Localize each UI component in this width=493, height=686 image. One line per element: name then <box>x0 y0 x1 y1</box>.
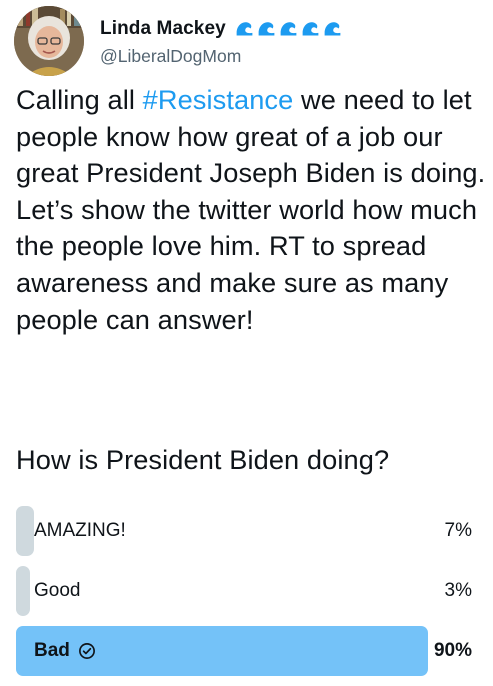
poll-option-amazing: AMAZING! 7% <box>16 506 474 556</box>
poll-option-label: Bad <box>34 626 96 676</box>
name-row: Linda Mackey <box>100 14 343 44</box>
poll-bar <box>16 566 30 616</box>
author-names: Linda Mackey @LiberalDogMom <box>100 14 343 67</box>
poll-option-bad: Bad 90% <box>16 626 474 676</box>
poll-option-label: AMAZING! <box>34 520 126 541</box>
poll-option-label: Good <box>34 580 81 601</box>
wave-icon <box>324 22 341 36</box>
wave-icon <box>258 22 275 36</box>
poll-option-label-text: Bad <box>34 640 70 661</box>
tweet: Linda Mackey @LiberalDogMom Calling all … <box>0 0 493 680</box>
tweet-text: Calling all #Resistance we need to let p… <box>16 82 486 338</box>
badge-icons <box>234 18 343 39</box>
poll-option-percent: 90% <box>433 640 472 661</box>
poll-option-percent: 3% <box>444 580 472 601</box>
poll-question: How is President Biden doing? <box>16 444 390 475</box>
tweet-header: Linda Mackey @LiberalDogMom <box>14 4 343 78</box>
poll: AMAZING! 7% Good 3% Bad 90% <box>16 506 474 686</box>
tweet-text-before: Calling all <box>16 84 143 115</box>
check-circle-icon <box>78 643 95 659</box>
tweet-text-after: we need to let people know how great of … <box>16 84 486 335</box>
wave-icon <box>280 22 297 36</box>
handle[interactable]: @LiberalDogMom <box>100 46 343 67</box>
poll-bar <box>16 506 34 556</box>
poll-option-good: Good 3% <box>16 566 474 616</box>
wave-icon <box>236 22 253 36</box>
avatar[interactable] <box>14 6 84 76</box>
wave-icon <box>302 22 319 36</box>
tweet-paragraph: Calling all #Resistance we need to let p… <box>16 82 486 338</box>
hashtag-link[interactable]: #Resistance <box>143 84 294 115</box>
poll-option-percent: 7% <box>444 520 472 541</box>
display-name[interactable]: Linda Mackey <box>100 18 226 40</box>
